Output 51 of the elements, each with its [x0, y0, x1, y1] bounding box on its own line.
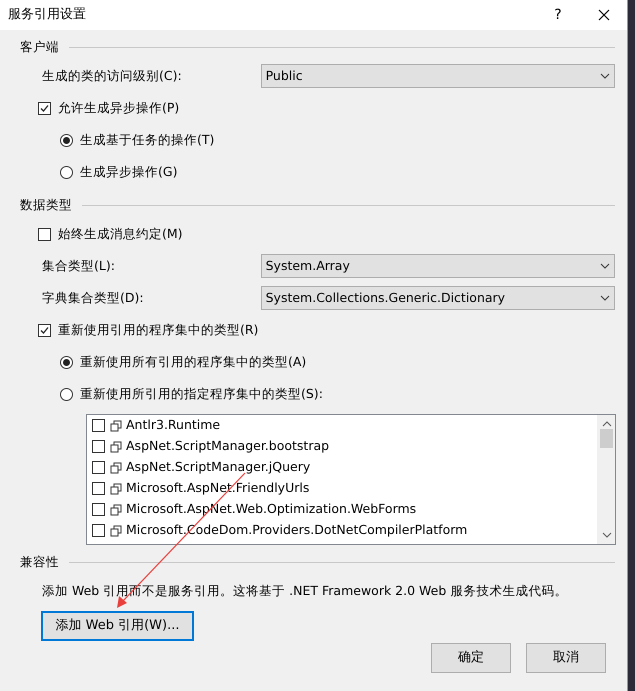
- assembly-icon: [110, 440, 122, 452]
- checkbox[interactable]: [38, 324, 51, 336]
- checkbox[interactable]: [92, 524, 105, 537]
- assembly-icon: [110, 504, 122, 516]
- radio-button[interactable]: [60, 356, 73, 368]
- list-item-label: AspNet.ScriptManager.bootstrap: [126, 437, 330, 456]
- scroll-up-icon: [602, 421, 612, 427]
- checkbox-label: 始终生成消息约定(M): [58, 224, 183, 243]
- scrollbar[interactable]: [598, 415, 615, 544]
- checkbox[interactable]: [92, 461, 105, 474]
- radio-button[interactable]: [60, 166, 73, 178]
- field-label: 字典集合类型(D):: [42, 288, 145, 307]
- scrollbar-thumb[interactable]: [600, 429, 613, 448]
- checkbox[interactable]: [92, 419, 105, 432]
- dropdown[interactable]: Public: [260, 64, 615, 88]
- chevron-down-icon: [600, 263, 610, 269]
- radio-button[interactable]: [60, 134, 73, 146]
- dropdown[interactable]: System.Array: [260, 254, 615, 278]
- checkbox-label: 重新使用引用的程序集中的类型(R): [58, 320, 258, 339]
- chevron-down-icon: [600, 73, 610, 79]
- checkbox[interactable]: [92, 440, 105, 453]
- add-web-reference-button[interactable]: 添加 Web 引用(W)...: [41, 611, 194, 641]
- section-title: 兼容性: [20, 552, 59, 571]
- assembly-icon: [110, 420, 122, 432]
- list-item-label: AspNet.ScriptManager.jQuery: [126, 458, 310, 476]
- section-title: 数据类型: [20, 196, 72, 214]
- close-icon: [598, 9, 610, 21]
- radio-label: 生成基于任务的操作(T): [80, 130, 214, 149]
- radio-label: 生成异步操作(G): [80, 162, 178, 181]
- checkbox[interactable]: [92, 482, 105, 495]
- checkbox[interactable]: [38, 228, 51, 240]
- assembly-icon: [110, 482, 122, 494]
- checkbox[interactable]: [92, 503, 105, 516]
- list-item-label: Antlr3.Runtime: [126, 416, 220, 434]
- chevron-down-icon: [600, 295, 610, 301]
- checkbox-label: 允许生成异步操作(P): [58, 98, 180, 117]
- checkbox[interactable]: [38, 102, 51, 114]
- radio-label: 重新使用所引用的指定程序集中的类型(S):: [80, 384, 323, 403]
- assembly-icon: [110, 462, 122, 474]
- window-title: 服务引用设置: [8, 6, 87, 24]
- radio-button[interactable]: [60, 388, 73, 400]
- radio-label: 重新使用所有引用的程序集中的类型(A): [80, 352, 306, 371]
- help-button[interactable]: ?: [535, 0, 581, 30]
- field-label: 集合类型(L):: [42, 256, 116, 275]
- scroll-down-icon: [602, 532, 612, 538]
- section-title: 客户端: [20, 38, 59, 56]
- dropdown[interactable]: System.Collections.Generic.Dictionary: [260, 286, 615, 310]
- field-label: 生成的类的访问级别(C):: [42, 66, 183, 85]
- assembly-icon: [110, 524, 122, 536]
- dialog-button[interactable]: 确定: [431, 643, 511, 673]
- dialog-button[interactable]: 取消: [526, 643, 606, 673]
